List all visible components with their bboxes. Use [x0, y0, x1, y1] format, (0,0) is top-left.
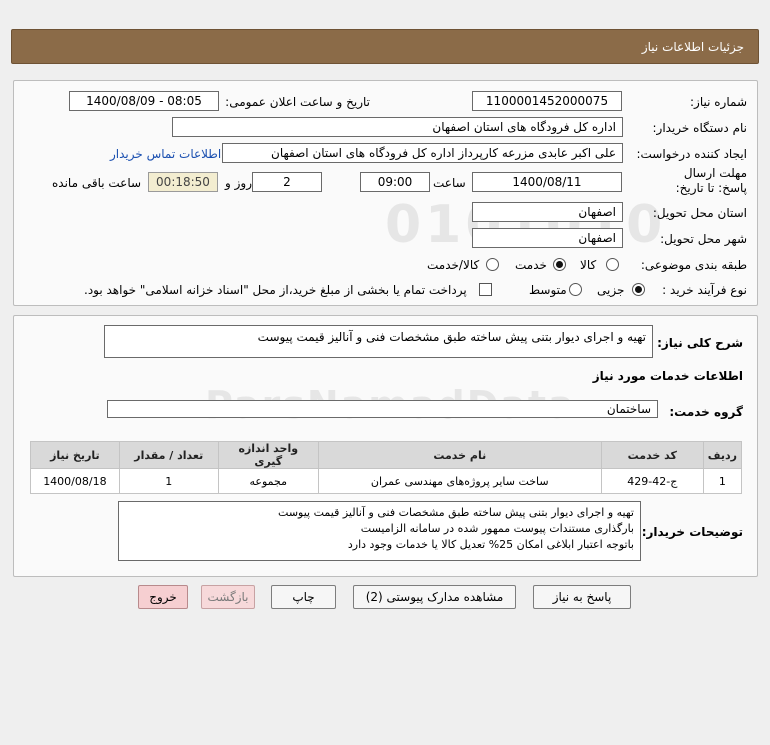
exit-button[interactable]: خروج [138, 585, 188, 609]
back-button[interactable]: بازگشت [201, 585, 255, 609]
print-button[interactable]: چاپ [271, 585, 336, 609]
need-number-field: 1100001452000075 [472, 91, 622, 111]
reply-button[interactable]: پاسخ به نیاز [533, 585, 631, 609]
category-radio-goods-service[interactable] [486, 258, 499, 271]
treasury-payment-note: پرداخت تمام یا بخشی از مبلغ خرید،از محل … [84, 283, 467, 297]
summary-field: تهیه و اجرای دیوار بتنی پیش ساخته طبق مش… [104, 325, 653, 358]
days-remaining-field: 2 [252, 172, 322, 192]
announce-date-label: تاریخ و ساعت اعلان عمومی: [225, 95, 370, 109]
need-number-label: شماره نیاز: [690, 95, 747, 109]
process-option-minor: جزیی [597, 283, 625, 297]
process-label: نوع فرآیند خرید : [662, 283, 747, 297]
need-date-cell: 1400/08/18 [30, 468, 120, 494]
deadline-time-label: ساعت [433, 176, 466, 190]
requester-label: ایجاد کننده درخواست: [636, 147, 747, 161]
view-attachments-button[interactable]: مشاهده مدارک پیوستی (2) [353, 585, 516, 609]
province-label: استان محل تحویل: [652, 206, 747, 220]
process-option-medium: متوسط [529, 283, 567, 297]
col-code-header: کد خدمت [600, 441, 704, 469]
category-option-goods: کالا [580, 258, 597, 272]
process-radio-medium[interactable] [569, 283, 582, 296]
summary-label: شرح کلی نیاز: [657, 336, 743, 350]
remaining-time-label: ساعت باقی مانده [52, 176, 142, 190]
buyer-notes-label: توضیحات خریدار: [641, 525, 743, 539]
service-code-cell: ج-42-429 [600, 468, 704, 494]
quantity-cell: 1 [118, 468, 219, 494]
category-option-goods-service: کالا/خدمت [427, 258, 480, 272]
buyer-org-label: نام دستگاه خریدار: [652, 121, 748, 135]
col-unit-header: واحد اندازه گیری [217, 441, 319, 469]
service-group-label: گروه خدمت: [669, 405, 743, 419]
category-radio-service[interactable] [553, 258, 566, 271]
row-number-cell: 1 [702, 468, 743, 494]
requester-field: علی اکبر عابدی مزرعه کارپرداز اداره کل ف… [222, 143, 623, 163]
unit-cell: مجموعه [217, 468, 319, 494]
page-header: جزئیات اطلاعات نیاز [11, 29, 759, 64]
buyer-notes-field: تهیه و اجرای دیوار بتنی پیش ساخته طبق مش… [118, 501, 641, 561]
col-row-header: ردیف [702, 441, 743, 469]
treasury-payment-checkbox[interactable] [479, 283, 492, 296]
category-label: طبقه بندی موضوعی: [640, 258, 747, 272]
table-row: 1 ج-42-429 ساخت سایر پروژه‌های مهندسی عم… [30, 468, 743, 494]
category-radio-goods[interactable] [606, 258, 619, 271]
announce-date-field: 1400/08/09 - 08:05 [69, 91, 219, 111]
process-radio-minor[interactable] [632, 283, 645, 296]
deadline-label: مهلت ارسال پاسخ: تا تاریخ: [675, 166, 747, 195]
remaining-time-field: 00:18:50 [148, 172, 218, 192]
buyer-contact-link[interactable]: اطلاعات تماس خریدار [110, 145, 221, 163]
city-field: اصفهان [472, 228, 623, 248]
service-name-cell: ساخت سایر پروژه‌های مهندسی عمران [317, 468, 602, 494]
services-table: ردیف کد خدمت نام خدمت واحد اندازه گیری ت… [30, 441, 743, 494]
city-label: شهر محل تحویل: [660, 232, 747, 246]
buyer-org-field: اداره کل فرودگاه های استان اصفهان [172, 117, 623, 137]
deadline-date-field: 1400/08/11 [472, 172, 622, 192]
category-option-service: خدمت [515, 258, 547, 272]
province-field: اصفهان [472, 202, 623, 222]
col-qty-header: تعداد / مقدار [118, 441, 219, 469]
services-table-header: ردیف کد خدمت نام خدمت واحد اندازه گیری ت… [30, 441, 743, 469]
page-title: جزئیات اطلاعات نیاز [641, 40, 744, 54]
services-section-title: اطلاعات خدمات مورد نیاز [592, 369, 743, 383]
service-group-field: ساختمان [107, 400, 658, 418]
col-date-header: تاریخ نیاز [30, 441, 120, 469]
deadline-time-field: 09:00 [360, 172, 430, 192]
col-name-header: نام خدمت [317, 441, 602, 469]
days-label: روز و [225, 176, 252, 190]
